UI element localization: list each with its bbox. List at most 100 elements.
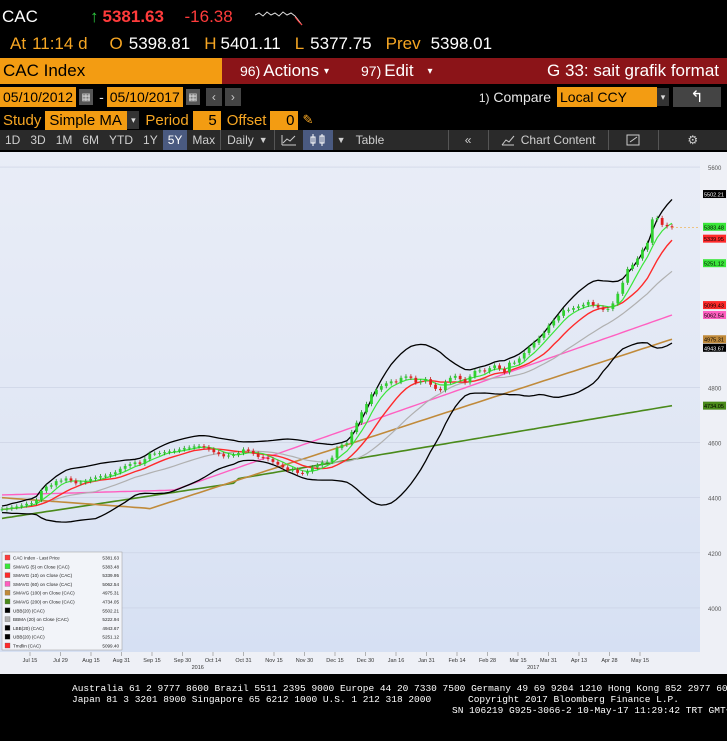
candle-body (468, 376, 472, 383)
ytick-label: 4200 (708, 552, 722, 558)
candle-body (301, 472, 304, 474)
range-button-5y[interactable]: 5Y (162, 130, 188, 150)
legend-label: Tmdlin (CAC) (13, 644, 41, 649)
candle-body (0, 509, 4, 511)
candle-body (626, 268, 630, 283)
range-button-6m[interactable]: 6M (77, 130, 104, 150)
candle-body (40, 490, 43, 500)
xtick-label: Sep 30 (174, 658, 191, 664)
chevron-left-icon[interactable]: ‹ (205, 88, 222, 106)
candle-body (84, 481, 88, 483)
chevron-right-icon[interactable]: › (224, 88, 241, 106)
quote-time: 11:14 d (32, 34, 88, 53)
range-button-1d[interactable]: 1D (0, 130, 25, 150)
xtick-label: Dec 15 (326, 658, 343, 664)
candle-body (296, 469, 299, 473)
candle-body (30, 503, 33, 505)
candle-body (261, 456, 265, 458)
table-button[interactable]: Table (350, 130, 448, 150)
range-button-1y[interactable]: 1Y (138, 130, 163, 150)
legend-label: BBMA (20) on Close (CAC) (13, 617, 69, 622)
open-label: O (109, 34, 123, 53)
ytick-label: 4000 (708, 607, 722, 613)
range-button-max[interactable]: Max (187, 130, 220, 150)
candle-body (138, 462, 142, 464)
candle-body (389, 381, 393, 384)
calendar-icon[interactable]: ▦ (185, 89, 200, 105)
edit-menu-button[interactable]: 97) Edit ▾ (361, 61, 433, 81)
chevron-down-icon[interactable]: ▾ (127, 111, 140, 129)
legend-value: 5502.21 (102, 608, 119, 613)
legend-swatch (4, 581, 11, 587)
candle-body (306, 471, 309, 474)
candle-body (143, 459, 147, 464)
candle-body (375, 389, 378, 395)
chevron-down-icon[interactable]: ▾ (657, 88, 669, 106)
actions-menu-button[interactable]: 96) Actions ▾ (240, 61, 329, 81)
candle-body (409, 376, 413, 378)
candle-body (537, 337, 541, 343)
study-select[interactable]: Simple MA (45, 110, 128, 130)
candle-body (59, 480, 63, 482)
line-chart-icon[interactable] (273, 130, 303, 150)
candle-body (168, 451, 171, 453)
candle-body (25, 503, 29, 506)
candle-body (104, 475, 107, 477)
ticker[interactable]: CAC (2, 7, 90, 27)
candle-body (581, 304, 585, 307)
candle-body (562, 310, 566, 316)
compare-select[interactable]: Local CCY (557, 87, 657, 107)
range-button-3d[interactable]: 3D (25, 130, 50, 150)
footer-copyright: Copyright 2017 Bloomberg Finance L.P. (468, 694, 679, 705)
back-arrow-button[interactable]: ↰ (673, 87, 721, 107)
xtick-label: Sep 15 (143, 658, 160, 664)
xtick-label: Dec 30 (357, 658, 374, 664)
chart-svg[interactable]: 5600 4800 4600 4400 4200 4000 5502.21 5383.48 53… (0, 152, 727, 674)
high-label: H (204, 34, 217, 53)
at-label: At (10, 34, 27, 53)
candle-body (419, 381, 423, 383)
candle-body (655, 218, 659, 220)
candle-body (163, 452, 166, 454)
ytick-label: 4600 (708, 442, 722, 448)
chevron-down-icon[interactable]: ▼ (333, 130, 350, 150)
xtick-label: Jul 15 (23, 658, 38, 664)
legend-value: 5222.94 (102, 617, 119, 622)
legend-value: 5062.54 (102, 582, 119, 587)
up-arrow-icon: ↑ (90, 7, 99, 26)
security-field[interactable]: CAC Index (0, 58, 222, 84)
start-date-field[interactable]: 05/10/2012 (0, 87, 77, 107)
candle-body (508, 362, 511, 373)
range-button-ytd[interactable]: YTD (104, 130, 138, 150)
candle-body (177, 449, 181, 451)
candle-body (173, 450, 176, 452)
candle-body (197, 446, 201, 448)
price-chart[interactable]: 5600 4800 4600 4400 4200 4000 5502.21 5383.48 53… (0, 152, 727, 674)
candle-body (493, 365, 497, 369)
calendar-icon[interactable]: ▦ (79, 89, 94, 105)
offset-input[interactable]: 0 (270, 110, 299, 130)
legend-swatch (4, 590, 11, 596)
legend-value: 4734.05 (102, 600, 119, 605)
legend-label: UBB(20) (CAC) (13, 608, 45, 613)
candle-body (251, 450, 255, 454)
chart-content-button[interactable]: Chart Content (487, 130, 608, 150)
pencil-icon[interactable]: ✎ (302, 112, 313, 128)
end-date-field[interactable]: 05/10/2017 (106, 87, 183, 107)
annotate-icon[interactable] (607, 130, 658, 150)
candle-chart-icon[interactable] (302, 130, 333, 150)
period-input[interactable]: 5 (192, 110, 221, 130)
legend-swatch (4, 634, 11, 640)
gear-icon[interactable]: ⚙ (657, 130, 727, 150)
frequency-select[interactable]: Daily ▼ (220, 130, 274, 150)
collapse-left-icon[interactable]: « (447, 130, 488, 150)
date-row: 05/10/2012 ▦ - 05/10/2017 ▦ ‹ › 1) Compa… (0, 86, 727, 108)
candle-body (320, 462, 324, 466)
prev-label: Prev (385, 34, 421, 53)
candle-body (463, 379, 467, 383)
candle-body (232, 454, 235, 456)
range-button-1m[interactable]: 1M (51, 130, 78, 150)
legend-swatch (4, 607, 11, 613)
candle-body (572, 308, 575, 310)
candle-body (276, 461, 280, 465)
